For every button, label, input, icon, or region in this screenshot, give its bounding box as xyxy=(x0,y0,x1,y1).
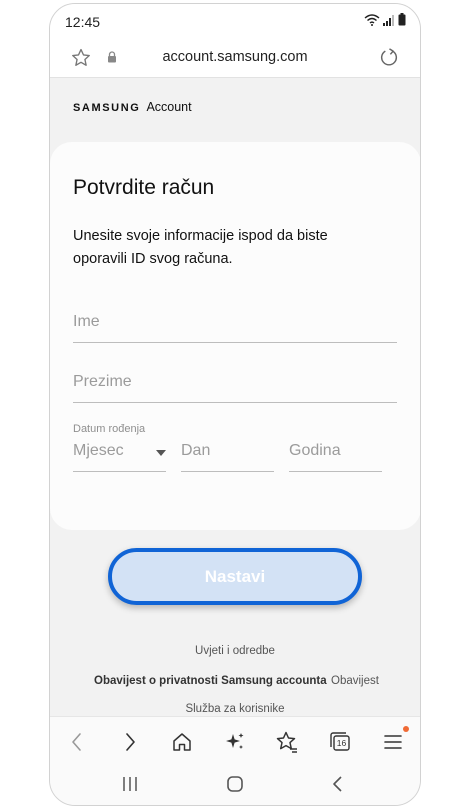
verify-account-card: Potvrdite račun Unesite svoje informacij… xyxy=(50,142,420,530)
day-placeholder: Dan xyxy=(181,442,211,459)
android-navigation-bar xyxy=(50,764,420,805)
month-placeholder: Mjesec xyxy=(73,442,124,459)
bookmarks-star-icon[interactable] xyxy=(274,729,300,755)
browser-toolbar: 16 xyxy=(50,716,420,764)
recent-apps-icon[interactable] xyxy=(120,774,140,794)
last-name-placeholder: Prezime xyxy=(73,373,132,390)
phone-frame: 12:45 account.samsung.com SAMSUNG Accoun… xyxy=(49,3,421,806)
last-name-field[interactable]: Prezime xyxy=(73,362,397,403)
birth-year-field[interactable]: Godina xyxy=(289,432,382,472)
first-name-placeholder: Ime xyxy=(73,313,100,330)
terms-link[interactable]: Uvjeti i odredbe xyxy=(50,645,420,657)
home-nav-icon[interactable] xyxy=(225,774,245,794)
notification-dot xyxy=(403,726,409,732)
dropdown-arrow-icon xyxy=(156,450,166,456)
back-nav-icon[interactable] xyxy=(328,774,348,794)
back-arrow-icon[interactable] xyxy=(64,729,90,755)
forward-arrow-icon[interactable] xyxy=(117,729,143,755)
menu-button[interactable] xyxy=(380,726,409,755)
year-placeholder: Godina xyxy=(289,442,341,459)
reload-icon[interactable] xyxy=(378,47,400,69)
status-bar: 12:45 xyxy=(50,4,420,38)
status-icons xyxy=(364,13,406,26)
birth-day-field[interactable]: Dan xyxy=(181,432,274,472)
tabs-button[interactable]: 16 xyxy=(327,729,353,755)
address-bar[interactable]: account.samsung.com xyxy=(50,38,420,78)
samsung-account-logo: SAMSUNG Account xyxy=(73,100,192,114)
first-name-field[interactable]: Ime xyxy=(73,302,397,343)
account-wordmark: Account xyxy=(146,100,192,114)
wifi-icon xyxy=(364,13,380,26)
battery-icon xyxy=(398,13,406,26)
samsung-wordmark: SAMSUNG xyxy=(73,102,141,114)
notice-link[interactable]: Obavijest xyxy=(331,675,379,687)
continue-button-label: Nastavi xyxy=(204,566,266,586)
status-time: 12:45 xyxy=(65,14,101,30)
sparkle-ai-icon[interactable] xyxy=(222,729,248,755)
customer-support-link[interactable]: Služba za korisnike xyxy=(50,703,420,715)
home-icon[interactable] xyxy=(169,729,195,755)
signal-icon xyxy=(383,14,394,26)
page-title: Potvrdite račun xyxy=(73,176,215,199)
hamburger-menu-icon xyxy=(384,735,402,749)
birth-month-dropdown[interactable]: Mjesec xyxy=(73,432,166,472)
url-text[interactable]: account.samsung.com xyxy=(50,49,420,65)
page-description: Unesite svoje informacije ispod da biste… xyxy=(73,228,328,267)
tab-count: 16 xyxy=(336,738,347,748)
privacy-notice-link[interactable]: Obavijest o privatnosti Samsung accounta xyxy=(94,675,327,687)
continue-button[interactable]: Nastavi xyxy=(108,548,362,605)
